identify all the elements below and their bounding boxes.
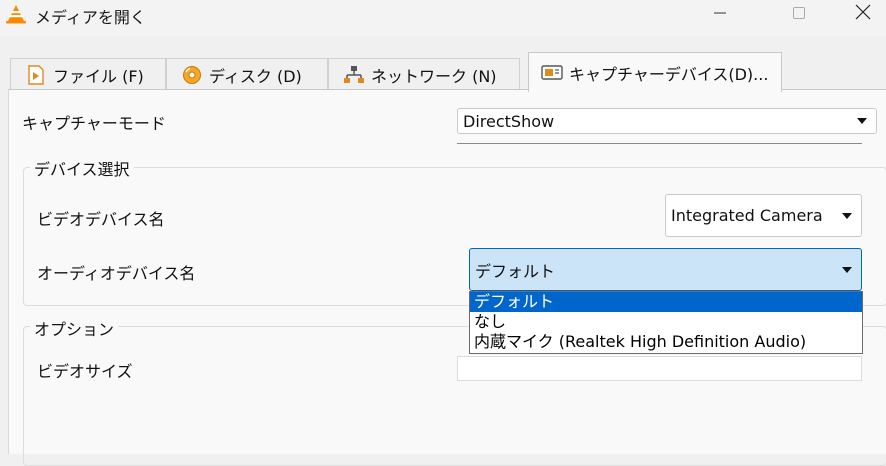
tab-file[interactable]: ファイル (F): [10, 58, 166, 90]
divider: [457, 143, 862, 144]
disc-icon: [181, 65, 203, 85]
dropdown-option[interactable]: デフォルト: [470, 292, 862, 312]
audio-device-select[interactable]: デフォルト: [469, 248, 862, 291]
maximize-button[interactable]: [776, 0, 822, 28]
tab-bar: ファイル (F) ディスク (D) ネットワーク (N) キャプチャーデバイス(…: [0, 52, 886, 92]
vlc-cone-icon: [5, 4, 27, 24]
tab-network[interactable]: ネットワーク (N): [328, 58, 520, 90]
audio-device-value: デフォルト: [475, 261, 556, 281]
tab-disc-label: ディスク (D): [209, 66, 302, 86]
tab-disc[interactable]: ディスク (D): [166, 58, 328, 90]
chevron-down-icon: [839, 266, 855, 273]
video-device-value: Integrated Camera: [671, 206, 823, 225]
close-icon: [855, 4, 871, 24]
video-device-label: ビデオデバイス名: [37, 210, 165, 229]
tab-network-label: ネットワーク (N): [371, 66, 497, 86]
video-size-input[interactable]: [457, 356, 862, 381]
dropdown-option[interactable]: なし: [470, 312, 862, 332]
dropdown-option[interactable]: 内蔵マイク (Realtek High Definition Audio): [470, 332, 862, 352]
network-icon: [343, 65, 365, 85]
title-bar: メディアを開く: [0, 0, 886, 36]
capture-device-icon: [541, 63, 563, 83]
video-size-label: ビデオサイズ: [37, 362, 133, 381]
audio-device-label: オーディオデバイス名: [37, 264, 196, 283]
file-play-icon: [25, 64, 47, 85]
maximize-icon: [792, 5, 806, 24]
capture-mode-value: DirectShow: [463, 111, 555, 131]
chevron-down-icon: [839, 212, 855, 219]
tab-file-label: ファイル (F): [53, 66, 144, 86]
tab-capture-device[interactable]: キャプチャーデバイス(D)...: [528, 52, 782, 92]
minimize-icon: [713, 5, 727, 24]
capture-mode-select[interactable]: DirectShow: [457, 108, 877, 134]
device-selection-title: デバイス選択: [30, 156, 134, 180]
window-title: メディアを開く: [35, 8, 146, 27]
chevron-down-icon: [854, 118, 870, 124]
close-button[interactable]: [840, 0, 886, 28]
audio-device-dropdown: デフォルト なし 内蔵マイク (Realtek High Definition …: [469, 291, 863, 354]
video-device-select[interactable]: Integrated Camera: [665, 194, 862, 237]
tab-capture-device-label: キャプチャーデバイス(D)...: [569, 64, 769, 84]
minimize-button[interactable]: [697, 0, 743, 28]
capture-mode-label: キャプチャーモード: [22, 114, 166, 133]
options-title: オプション: [30, 316, 119, 340]
